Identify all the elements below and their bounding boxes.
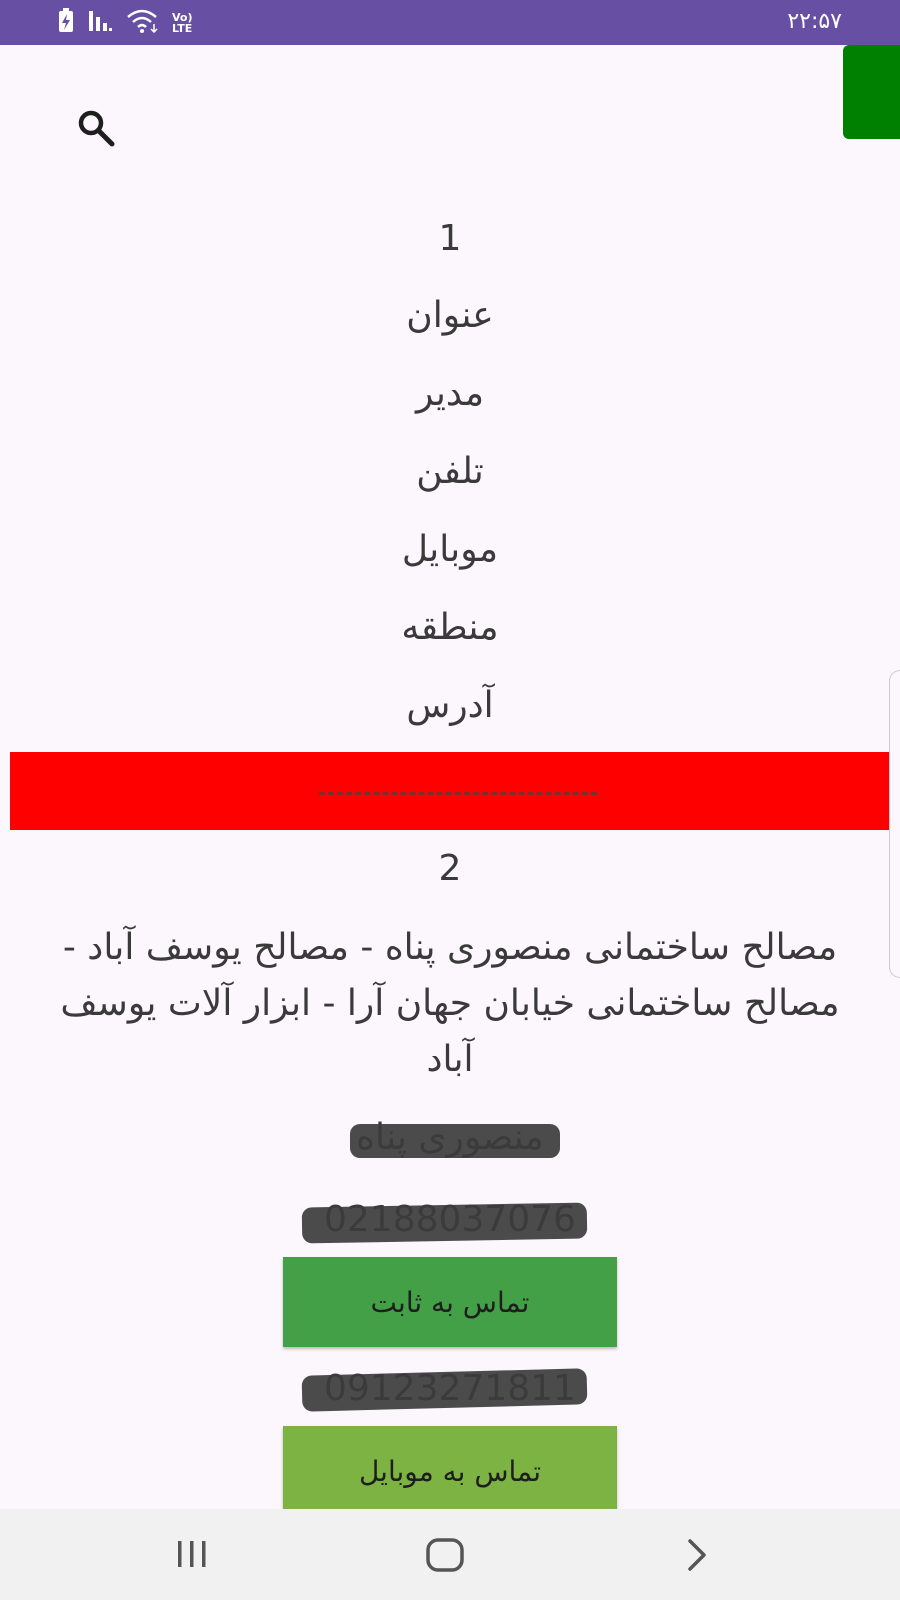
home-icon bbox=[425, 1538, 465, 1577]
redaction-mark-manager bbox=[350, 1124, 560, 1158]
back-chevron-icon bbox=[682, 1539, 712, 1577]
call-mobile-button[interactable]: تماس به موبایل bbox=[283, 1426, 617, 1516]
status-time: ۲۲:۵۷ bbox=[787, 9, 842, 34]
green-action-block[interactable] bbox=[843, 45, 900, 139]
status-icons: Vo) LTE bbox=[56, 8, 200, 38]
redaction-mark-phone bbox=[301, 1202, 588, 1244]
home-button[interactable] bbox=[425, 1537, 465, 1577]
record-1-address: آدرس bbox=[406, 685, 494, 726]
redaction-mark-mobile bbox=[301, 1368, 588, 1412]
call-landline-button[interactable]: تماس به ثابت bbox=[283, 1257, 617, 1347]
record-1-phone: تلفن bbox=[416, 451, 484, 492]
record-2-title: مصالح ساختمانی منصوری پناه - مصالح یوسف … bbox=[60, 927, 840, 1080]
wifi-icon bbox=[126, 9, 160, 37]
record-2-number: 2 bbox=[438, 848, 462, 889]
battery-charging-icon bbox=[56, 8, 76, 38]
navigation-bar bbox=[0, 1509, 900, 1600]
record-1-manager: مدیر bbox=[415, 373, 485, 414]
signal-icon bbox=[88, 9, 114, 37]
back-button[interactable] bbox=[682, 1537, 712, 1577]
search-button[interactable] bbox=[72, 106, 120, 154]
status-bar: Vo) LTE ۲۲:۵۷ bbox=[0, 0, 900, 45]
edge-panel-handle[interactable] bbox=[889, 670, 900, 978]
record-separator bbox=[10, 752, 889, 830]
search-icon bbox=[75, 107, 117, 153]
recent-apps-icon bbox=[172, 1541, 212, 1575]
record-1-number: 1 bbox=[438, 218, 462, 259]
network-type-label: Vo) LTE bbox=[172, 11, 193, 35]
recent-apps-button[interactable] bbox=[172, 1537, 212, 1575]
record-1-area: منطقه bbox=[401, 607, 499, 648]
record-1-title: عنوان bbox=[406, 295, 494, 336]
record-1-mobile: موبایل bbox=[401, 529, 499, 570]
separator-dashed-line bbox=[319, 792, 597, 795]
